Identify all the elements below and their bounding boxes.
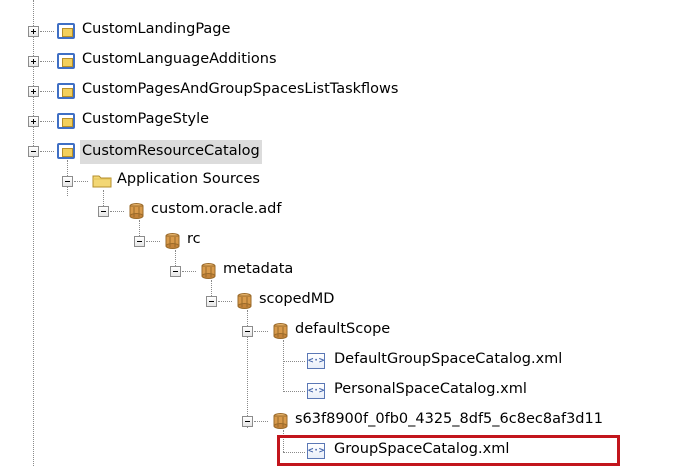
expand-toggle[interactable] <box>28 26 39 37</box>
xml-file-icon: <·> <box>307 383 325 399</box>
tree-connector <box>110 211 124 212</box>
collapse-toggle[interactable] <box>62 176 73 187</box>
collapse-toggle[interactable] <box>242 326 253 337</box>
expand-toggle[interactable] <box>28 86 39 97</box>
tree-connector <box>146 241 160 242</box>
tree-connector <box>40 91 54 92</box>
tree-node-label[interactable]: DefaultGroupSpaceCatalog.xml <box>332 351 564 367</box>
tree-node-label[interactable]: custom.oracle.adf <box>149 201 283 217</box>
project-folder-icon <box>57 113 75 129</box>
tree-connector <box>40 121 54 122</box>
tree-connector <box>182 271 196 272</box>
folder-icon <box>92 175 112 188</box>
tree-node-label[interactable]: CustomLandingPage <box>80 21 232 37</box>
tree-connector <box>283 361 305 362</box>
package-icon <box>237 293 252 309</box>
project-folder-icon <box>57 53 75 69</box>
package-icon <box>129 203 144 219</box>
tree-node-label[interactable]: CustomPageStyle <box>80 111 211 127</box>
package-icon <box>273 413 288 429</box>
tree-connector <box>218 301 232 302</box>
package-icon <box>201 263 216 279</box>
xml-file-icon: <·> <box>307 353 325 369</box>
tree-node-label[interactable]: CustomPagesAndGroupSpacesListTaskflows <box>80 81 400 97</box>
project-folder-icon <box>57 23 75 39</box>
tree-connector <box>40 31 54 32</box>
project-tree[interactable]: CustomLandingPage CustomLanguageAddition… <box>0 0 675 466</box>
collapse-toggle[interactable] <box>242 416 253 427</box>
project-folder-icon <box>57 143 75 159</box>
tree-node-label[interactable]: metadata <box>221 261 295 277</box>
project-folder-icon <box>57 83 75 99</box>
collapse-toggle[interactable] <box>28 146 39 157</box>
tree-connector <box>254 421 268 422</box>
tree-node-label[interactable]: rc <box>185 231 203 247</box>
expand-toggle[interactable] <box>28 56 39 67</box>
tree-node-label[interactable]: defaultScope <box>293 321 392 337</box>
tree-connector <box>74 181 88 182</box>
collapse-toggle[interactable] <box>98 206 109 217</box>
tree-node-label[interactable]: CustomLanguageAdditions <box>80 51 279 67</box>
tree-connector <box>40 61 54 62</box>
expand-toggle[interactable] <box>28 116 39 127</box>
tree-node-label[interactable]: PersonalSpaceCatalog.xml <box>332 381 529 397</box>
tree-node-label[interactable]: scopedMD <box>257 291 336 307</box>
package-icon <box>165 233 180 249</box>
collapse-toggle[interactable] <box>206 296 217 307</box>
highlight-annotation-box <box>277 435 620 466</box>
tree-node-label[interactable]: Application Sources <box>115 171 262 187</box>
collapse-toggle[interactable] <box>134 236 145 247</box>
tree-node-label-selected[interactable]: CustomResourceCatalog <box>80 140 262 164</box>
tree-guide-line <box>283 340 284 390</box>
collapse-toggle[interactable] <box>170 266 181 277</box>
tree-guide-line <box>33 0 34 466</box>
tree-connector <box>283 391 305 392</box>
tree-connector <box>40 151 54 152</box>
tree-node-label[interactable]: s63f8900f_0fb0_4325_8df5_6c8ec8af3d11 <box>293 411 605 427</box>
tree-connector <box>254 331 268 332</box>
package-icon <box>273 323 288 339</box>
